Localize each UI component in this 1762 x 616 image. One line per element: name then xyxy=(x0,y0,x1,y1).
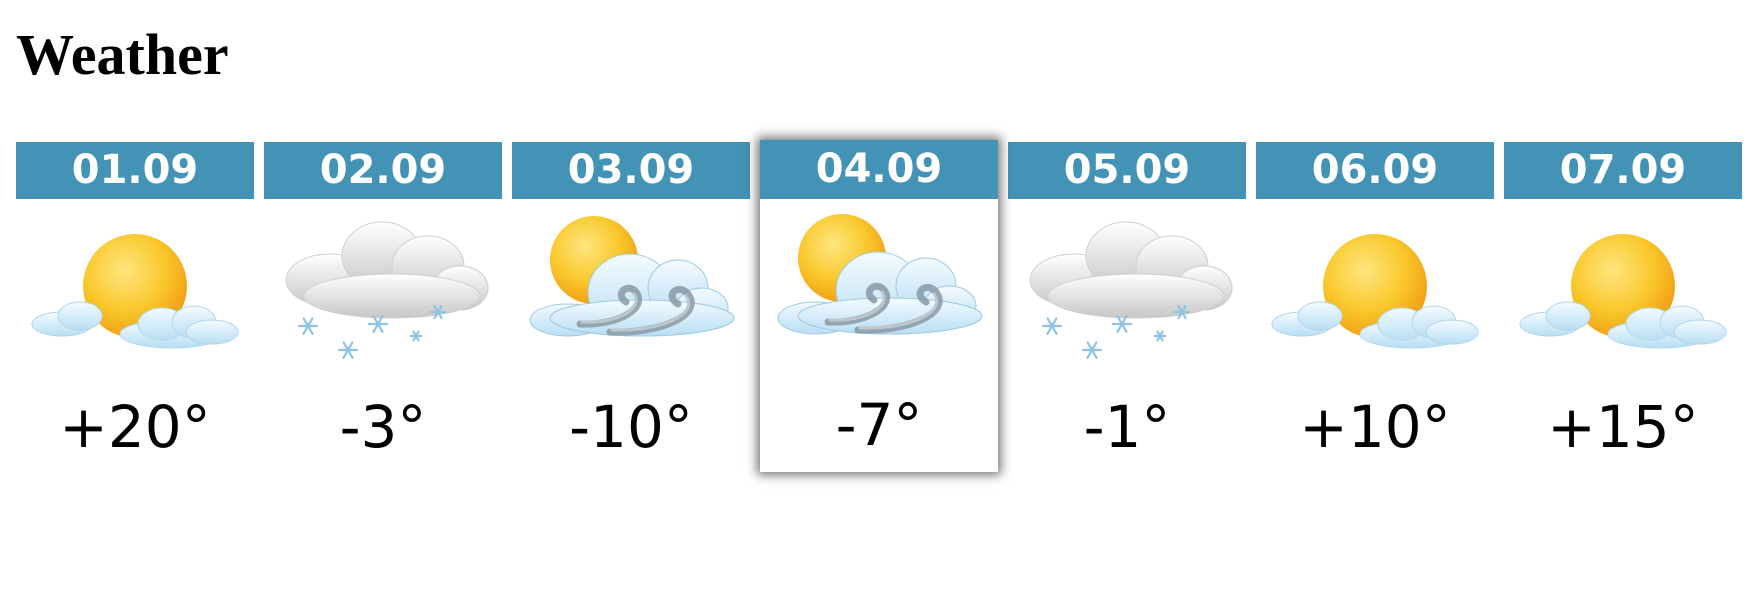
snow-cloud-icon xyxy=(1014,204,1240,378)
day-date: 03.09 xyxy=(512,142,750,199)
snow-cloud-icon xyxy=(270,204,496,378)
day-temperature: -3° xyxy=(339,393,427,461)
day-date: 07.09 xyxy=(1504,142,1742,199)
day-date: 04.09 xyxy=(760,140,998,199)
sun-wind-icon xyxy=(766,202,992,376)
day-card-04-09-selected[interactable]: 04.09 -7° xyxy=(760,140,998,472)
sun-cloud-icon xyxy=(1262,204,1488,378)
page-title: Weather xyxy=(16,22,229,87)
day-temperature: +10° xyxy=(1299,393,1451,461)
day-temperature: -1° xyxy=(1083,393,1171,461)
sun-cloud-icon xyxy=(22,204,248,378)
day-date: 01.09 xyxy=(16,142,254,199)
day-temperature: -10° xyxy=(569,393,693,461)
day-card-06-09[interactable]: 06.09 +10° xyxy=(1256,142,1494,472)
day-date: 02.09 xyxy=(264,142,502,199)
day-temperature: +20° xyxy=(59,393,211,461)
day-card-05-09[interactable]: 05.09 -1° xyxy=(1008,142,1246,472)
day-date: 05.09 xyxy=(1008,142,1246,199)
day-card-02-09[interactable]: 02.09 -3° xyxy=(264,142,502,472)
day-card-03-09[interactable]: 03.09 -10° xyxy=(512,142,750,472)
day-card-01-09[interactable]: 01.09 +20° xyxy=(16,142,254,472)
day-date: 06.09 xyxy=(1256,142,1494,199)
day-temperature: +15° xyxy=(1547,393,1699,461)
sun-wind-icon xyxy=(518,204,744,378)
day-temperature: -7° xyxy=(835,391,923,459)
day-card-07-09[interactable]: 07.09 +15° xyxy=(1504,142,1742,472)
forecast-strip: 01.09 +20° 02.09 -3° 03.09 -10° 04.09 -7… xyxy=(16,140,1746,482)
sun-cloud-icon xyxy=(1510,204,1736,378)
